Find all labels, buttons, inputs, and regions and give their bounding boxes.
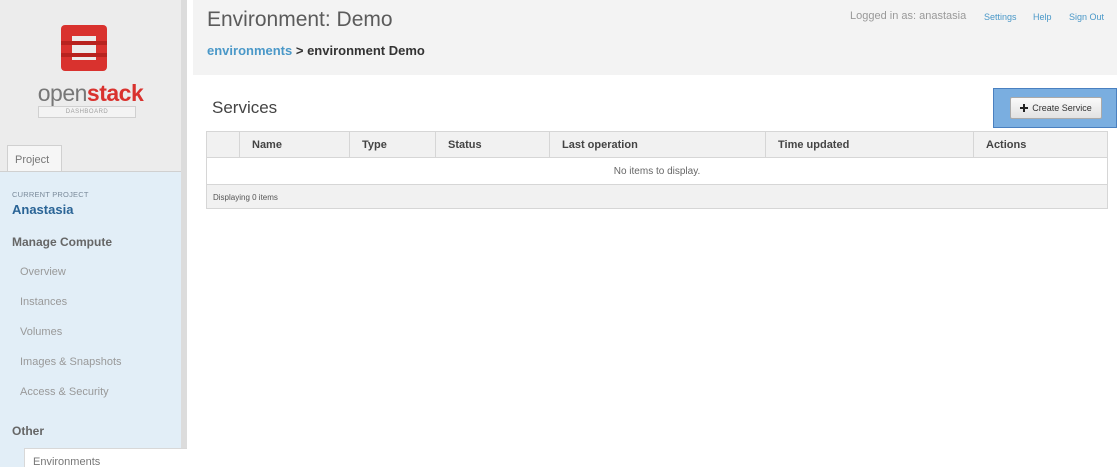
brand[interactable]: openstack DASHBOARD: [0, 0, 181, 140]
column-name[interactable]: Name: [239, 132, 349, 158]
logged-in-user: Logged in as: anastasia: [850, 10, 967, 22]
sidebar-item-overview[interactable]: Overview: [20, 266, 66, 278]
brand-wordmark: openstack: [37, 80, 144, 106]
tab-project[interactable]: Project: [7, 145, 62, 172]
project-panel: CURRENT PROJECT Anastasia: [0, 172, 181, 467]
column-type[interactable]: Type: [349, 132, 435, 158]
brand-subtitle: DASHBOARD: [38, 106, 136, 118]
column-last-operation[interactable]: Last operation: [549, 132, 765, 158]
sidebar-item-environments[interactable]: Environments: [24, 448, 187, 467]
page-header: Environment: Demo environments > environ…: [193, 0, 1117, 75]
current-project-label: CURRENT PROJECT: [12, 190, 89, 199]
column-status[interactable]: Status: [435, 132, 549, 158]
create-service-label: Create Service: [1032, 103, 1092, 113]
column-actions[interactable]: Actions: [973, 132, 1107, 158]
breadcrumb-current: environment Demo: [307, 43, 425, 58]
breadcrumb: environments > environment Demo: [207, 43, 425, 58]
sidebar-item-instances[interactable]: Instances: [20, 296, 67, 308]
current-project-name[interactable]: Anastasia: [12, 202, 73, 217]
column-time-updated[interactable]: Time updated: [765, 132, 973, 158]
table-header: Name Type Status Last operation Time upd…: [207, 132, 1107, 158]
page-title: Environment: Demo: [207, 8, 393, 31]
nav-heading-manage-compute: Manage Compute: [12, 235, 113, 249]
openstack-logo-icon: [61, 25, 107, 71]
sidebar-item-images-snapshots[interactable]: Images & Snapshots: [20, 356, 122, 368]
help-link[interactable]: Help: [1033, 12, 1052, 22]
settings-link[interactable]: Settings: [984, 12, 1017, 22]
sidebar-item-volumes[interactable]: Volumes: [20, 326, 62, 338]
plus-icon: [1020, 104, 1029, 112]
nav-heading-other: Other: [12, 424, 45, 438]
services-table: Name Type Status Last operation Time upd…: [206, 131, 1108, 209]
section-title: Services: [212, 98, 278, 117]
breadcrumb-environments-link[interactable]: environments: [207, 43, 292, 58]
sidebar: openstack DASHBOARD Project CURRENT PROJ…: [0, 0, 187, 467]
sign-out-link[interactable]: Sign Out: [1069, 12, 1104, 22]
table-footer-count: Displaying 0 items: [207, 185, 1107, 208]
empty-table-message: No items to display.: [207, 158, 1107, 185]
column-select[interactable]: [207, 132, 239, 158]
create-service-button[interactable]: Create Service: [1010, 97, 1102, 119]
sidebar-item-access-security[interactable]: Access & Security: [20, 386, 109, 398]
breadcrumb-separator: >: [292, 43, 308, 58]
